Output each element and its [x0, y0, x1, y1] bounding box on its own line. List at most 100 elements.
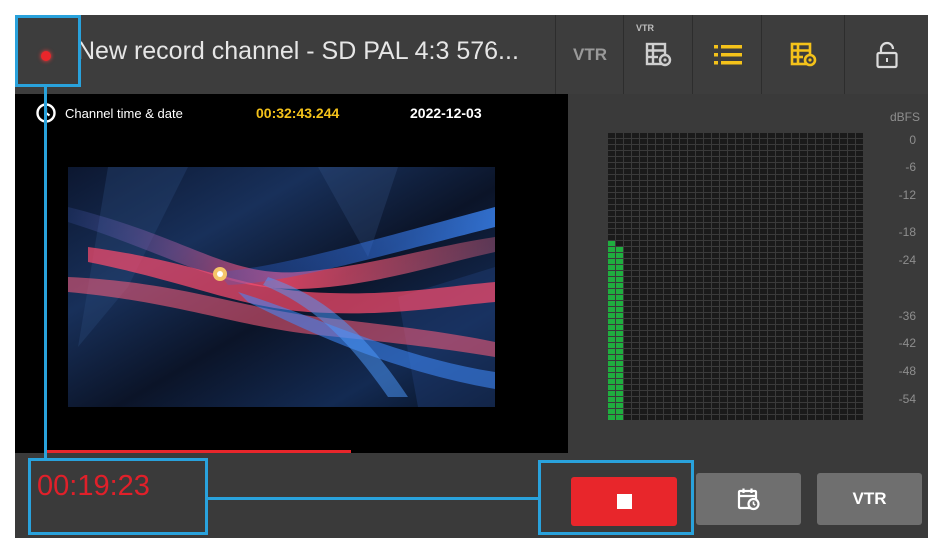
list-view-button[interactable]	[692, 15, 762, 94]
meter-segment	[848, 385, 855, 390]
meter-segment	[784, 403, 791, 408]
meter-segment	[712, 361, 719, 366]
meter-segment	[840, 157, 847, 162]
meter-segment	[824, 211, 831, 216]
meter-segment	[704, 361, 711, 366]
meter-segment	[720, 253, 727, 258]
meter-segment	[672, 379, 679, 384]
meter-segment	[784, 139, 791, 144]
meter-segment	[816, 361, 823, 366]
meter-segment	[720, 193, 727, 198]
meter-segment	[800, 355, 807, 360]
meter-segment	[784, 307, 791, 312]
meter-segment	[656, 205, 663, 210]
meter-segment	[688, 181, 695, 186]
meter-segment	[848, 175, 855, 180]
meter-segment	[824, 295, 831, 300]
meter-segment	[624, 415, 631, 420]
meter-segment	[656, 133, 663, 138]
schedule-button[interactable]	[696, 473, 801, 525]
vtr-playlist-button[interactable]: VTR	[623, 15, 693, 94]
meter-segment	[816, 235, 823, 240]
meter-segment	[776, 229, 783, 234]
meter-segment-lit	[616, 397, 623, 402]
meter-segment	[840, 277, 847, 282]
grid-settings-button[interactable]	[761, 15, 845, 94]
meter-segment	[712, 211, 719, 216]
meter-segment	[720, 241, 727, 246]
meter-segment	[664, 313, 671, 318]
meter-segment	[640, 313, 647, 318]
meter-segment	[760, 247, 767, 252]
meter-segment	[856, 145, 863, 150]
meter-segment	[672, 229, 679, 234]
lock-button[interactable]	[844, 15, 928, 94]
meter-segment	[784, 319, 791, 324]
meter-segment	[776, 295, 783, 300]
meter-segment	[840, 361, 847, 366]
meter-segment	[664, 157, 671, 162]
meter-segment	[848, 205, 855, 210]
meter-segment	[632, 187, 639, 192]
meter-segment	[832, 229, 839, 234]
meter-segment	[840, 295, 847, 300]
meter-segment	[848, 379, 855, 384]
meter-segment	[808, 385, 815, 390]
meter-segment	[728, 301, 735, 306]
meter-segment	[752, 169, 759, 174]
meter-segment	[632, 205, 639, 210]
meter-segment	[736, 205, 743, 210]
meter-segment	[608, 181, 615, 186]
meter-segment	[696, 361, 703, 366]
meter-segment	[856, 283, 863, 288]
meter-segment-lit	[616, 403, 623, 408]
meter-segment	[704, 259, 711, 264]
meter-segment-lit	[616, 283, 623, 288]
meter-segment	[608, 157, 615, 162]
meter-segment	[776, 355, 783, 360]
meter-segment	[824, 265, 831, 270]
meter-segment	[632, 193, 639, 198]
meter-segment-lit	[608, 367, 615, 372]
meter-segment	[720, 373, 727, 378]
meter-segment	[704, 325, 711, 330]
video-preview-area: Channel time & date 00:32:43.244 2022-12…	[15, 94, 568, 453]
meter-segment	[792, 415, 799, 420]
meter-segment	[704, 409, 711, 414]
meter-bars	[608, 133, 863, 420]
meter-segment	[688, 415, 695, 420]
meter-segment	[816, 205, 823, 210]
meter-segment	[680, 337, 687, 342]
meter-segment	[776, 379, 783, 384]
vtr-header-button[interactable]: VTR	[555, 15, 624, 94]
meter-segment	[656, 325, 663, 330]
meter-segment	[712, 181, 719, 186]
meter-segment	[656, 187, 663, 192]
meter-segment	[680, 181, 687, 186]
meter-segment	[832, 223, 839, 228]
meter-segment	[776, 403, 783, 408]
meter-segment	[632, 373, 639, 378]
meter-segment	[656, 337, 663, 342]
vtr-button[interactable]: VTR	[817, 473, 922, 525]
meter-segment-lit	[616, 271, 623, 276]
meter-segment	[736, 193, 743, 198]
meter-segment	[856, 373, 863, 378]
meter-segment	[632, 289, 639, 294]
meter-segment	[856, 193, 863, 198]
meter-segment	[752, 361, 759, 366]
meter-segment	[800, 295, 807, 300]
meter-segment	[728, 277, 735, 282]
meter-segment	[696, 151, 703, 156]
meter-segment	[856, 307, 863, 312]
meter-segment	[632, 343, 639, 348]
meter-segment	[728, 337, 735, 342]
meter-segment	[672, 325, 679, 330]
meter-segment	[728, 223, 735, 228]
meter-segment	[696, 325, 703, 330]
meter-segment	[672, 373, 679, 378]
meter-segment	[680, 277, 687, 282]
meter-segment	[792, 403, 799, 408]
meter-segment	[744, 217, 751, 222]
meter-segment	[664, 397, 671, 402]
